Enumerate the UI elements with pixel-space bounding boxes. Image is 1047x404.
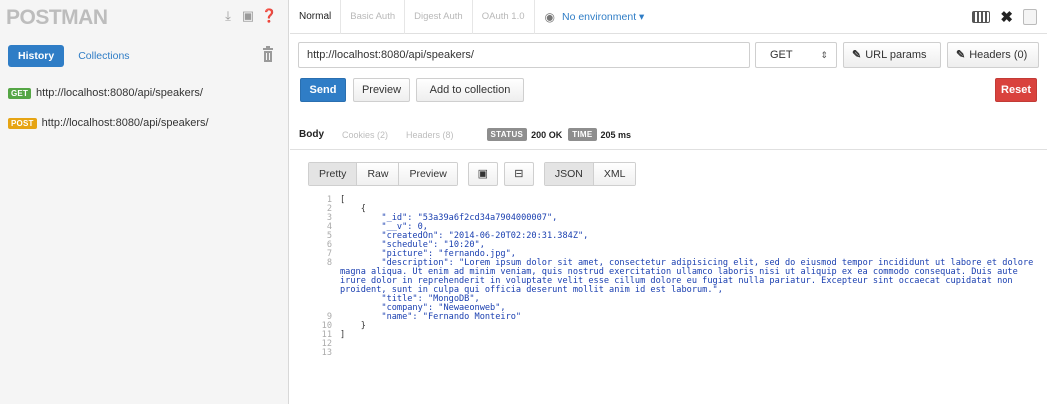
tab-collections[interactable]: Collections <box>68 45 139 67</box>
chevron-down-icon: ▾ <box>636 10 645 23</box>
reset-button[interactable]: Reset <box>995 78 1037 102</box>
url-params-label: URL params <box>865 49 927 61</box>
code-line: "_id": "53a39a6f2cd34a7904000007", <box>340 213 558 223</box>
status-badge: STATUS <box>486 128 528 141</box>
view-raw[interactable]: Raw <box>357 163 400 185</box>
method-select[interactable]: GET ⇕ <box>755 42 837 68</box>
tab-headers[interactable]: Headers (8) <box>397 130 463 140</box>
history-list: GET http://localhost:8080/api/speakers/ … <box>8 80 283 140</box>
tab-body[interactable]: Body <box>290 129 333 140</box>
time-value: 205 ms <box>600 129 632 140</box>
time-badge: TIME <box>568 128 597 141</box>
trash-icon[interactable] <box>262 46 274 62</box>
sidebar: POSTMAN ⤓ ▣ ❓ History Collections GET ht… <box>0 0 289 404</box>
code-line: "description": "Lorem ipsum dolor sit am… <box>340 258 1039 295</box>
tab-oauth[interactable]: OAuth 1.0 <box>473 0 535 34</box>
headers-label: Headers (0) <box>969 49 1028 61</box>
main-panel: Normal Basic Auth Digest Auth OAuth 1.0 … <box>290 0 1047 404</box>
tab-normal[interactable]: Normal <box>290 0 342 34</box>
view-mode-group: Pretty Raw Preview <box>308 162 458 186</box>
tab-icon[interactable] <box>1023 9 1037 25</box>
response-body[interactable]: 1 2 3 4 5 6 7 8 9 10 11 12 13 [ { "_id":… <box>310 196 1044 396</box>
code-line: [ <box>340 195 346 205</box>
view-preview[interactable]: Preview <box>399 163 457 185</box>
method-value: GET <box>770 49 793 61</box>
wrap-icon: ⊟ <box>514 168 524 180</box>
tab-basic-auth[interactable]: Basic Auth <box>341 0 406 34</box>
preview-button[interactable]: Preview <box>353 78 410 102</box>
keyboard-icon[interactable] <box>972 11 991 23</box>
request-row: GET ⇕ ✎URL params ✎Headers (0) <box>290 42 1047 68</box>
image-icon[interactable]: ▣ <box>241 9 255 23</box>
fullscreen-icon: ▣ <box>477 168 489 180</box>
response-tabs: Body Cookies (2) Headers (8) STATUS 200 … <box>290 120 1047 150</box>
edit-icon: ✎ <box>852 49 862 61</box>
format-xml[interactable]: XML <box>593 163 636 185</box>
sidebar-toolbar: ⤓ ▣ ❓ <box>221 9 277 23</box>
edit-icon: ✎ <box>956 49 966 61</box>
select-caret-icon: ⇕ <box>820 50 828 60</box>
top-right-tools: ✖ <box>972 8 1037 26</box>
send-button[interactable]: Send <box>300 78 346 102</box>
format-json[interactable]: JSON <box>544 163 594 185</box>
tools-icon[interactable]: ✖ <box>1000 8 1013 26</box>
auth-tabs: Normal Basic Auth Digest Auth OAuth 1.0 … <box>290 0 1047 34</box>
brand-logo: POSTMAN <box>6 6 108 29</box>
history-item[interactable]: GET http://localhost:8080/api/speakers/ <box>8 80 283 106</box>
line-number: 13 <box>321 348 332 358</box>
wrap-button[interactable]: ⊟ <box>503 162 534 186</box>
tab-history[interactable]: History <box>8 45 65 67</box>
method-badge: GET <box>8 87 32 99</box>
line-number: 8 <box>326 258 332 268</box>
tab-cookies[interactable]: Cookies (2) <box>333 130 397 140</box>
action-row: Send Preview Add to collection Reset <box>290 78 1047 102</box>
format-group: JSON XML <box>543 162 637 186</box>
fullscreen-button[interactable]: ▣ <box>467 162 498 186</box>
environment-selector[interactable]: ◉ No environment ▾ <box>545 10 645 24</box>
download-icon[interactable]: ⤓ <box>221 9 235 23</box>
history-item[interactable]: POST http://localhost:8080/api/speakers/ <box>8 110 283 136</box>
eye-icon: ◉ <box>544 9 555 24</box>
url-input[interactable] <box>298 42 750 68</box>
sidebar-tabs: History Collections <box>8 45 140 67</box>
headers-button[interactable]: ✎ Headers (0) <box>947 42 1039 68</box>
line-numbers: 1 2 3 4 5 6 7 8 9 10 11 12 13 <box>310 196 332 358</box>
code-line: ] <box>340 330 346 340</box>
tab-digest-auth[interactable]: Digest Auth <box>405 0 473 34</box>
code-line: } <box>340 321 366 331</box>
response-status: STATUS 200 OK TIME 205 ms <box>486 128 638 141</box>
history-url: http://localhost:8080/api/speakers/ <box>41 117 209 129</box>
view-toolbar: Pretty Raw Preview ▣ ⊟ JSON XML <box>308 162 637 186</box>
help-icon[interactable]: ❓ <box>261 9 277 23</box>
line-number-gap <box>310 268 332 313</box>
history-url: http://localhost:8080/api/speakers/ <box>36 87 203 99</box>
view-pretty[interactable]: Pretty <box>309 163 358 185</box>
brand-row: POSTMAN ⤓ ▣ ❓ <box>0 0 289 36</box>
status-value: 200 OK <box>531 129 563 140</box>
environment-label: No environment <box>561 10 637 23</box>
code-line: "name": "Fernando Monteiro" <box>340 312 522 322</box>
method-badge: POST <box>8 117 37 129</box>
add-to-collection-button[interactable]: Add to collection <box>416 78 524 102</box>
url-params-button[interactable]: ✎ URL params <box>843 42 941 68</box>
code-lines: [ { "_id": "53a39a6f2cd34a7904000007", "… <box>340 196 1044 340</box>
